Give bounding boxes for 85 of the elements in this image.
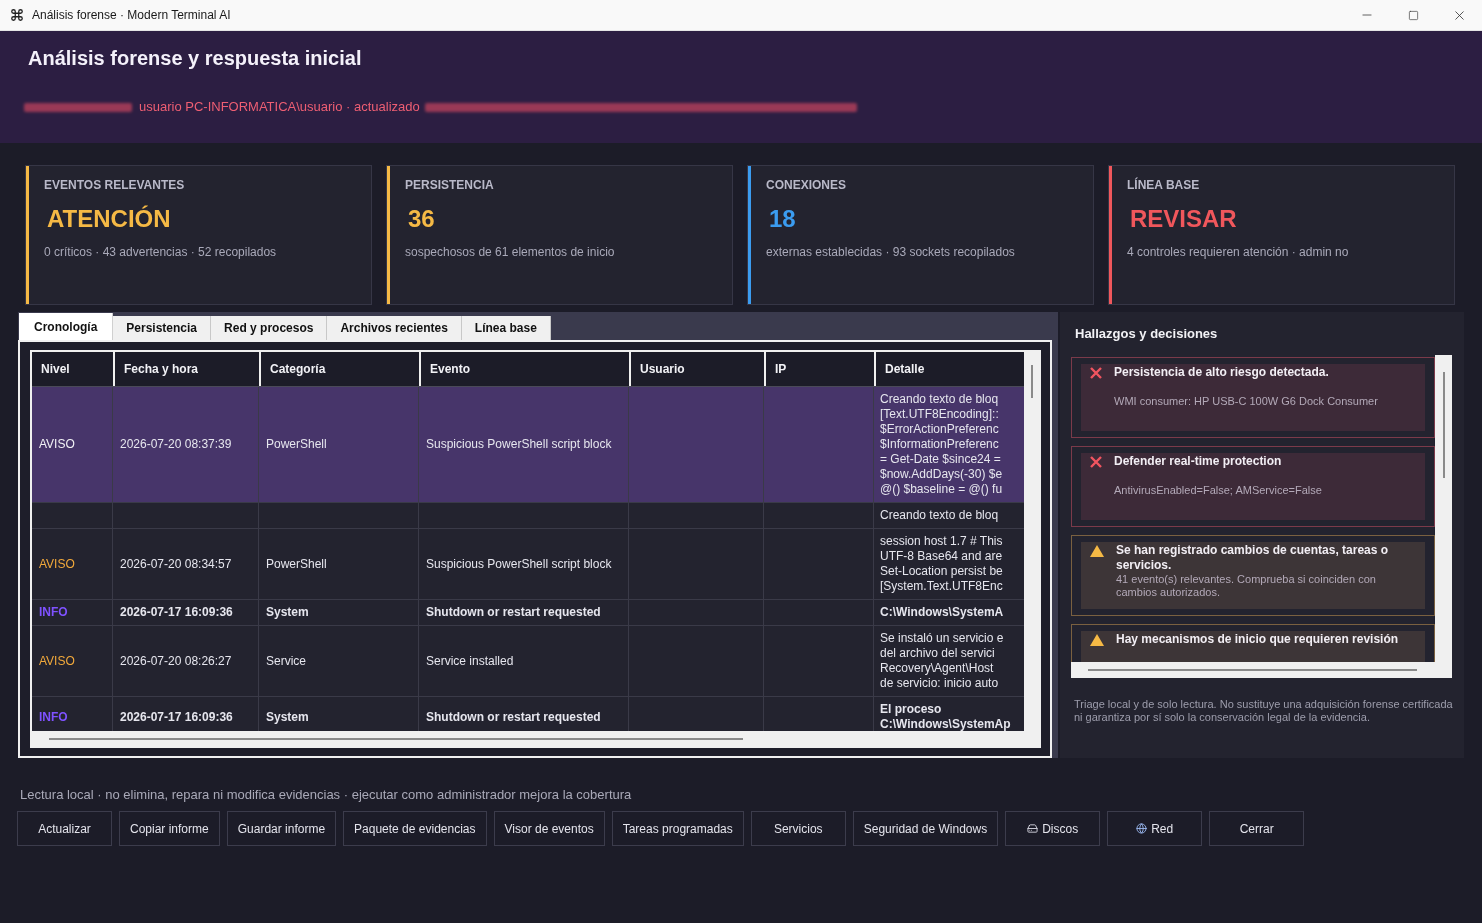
card-detail: 0 críticos · 43 advertencias · 52 recopilados (44, 244, 277, 260)
finding-card[interactable]: Se han registrado cambios de cuentas, tareas o servicios. 41 evento(s) relevantes. Comprueba si coinciden con cambios autorizados. (1071, 535, 1435, 616)
maximize-icon (1407, 9, 1419, 21)
card-label: LÍNEA BASE (1127, 177, 1200, 193)
page-title: Análisis forense y respuesta inicial (28, 46, 362, 71)
action-button[interactable]: Red (1107, 811, 1203, 846)
table-row[interactable]: Creando texto de bloq (32, 503, 1024, 529)
action-button[interactable]: Servicios (750, 811, 846, 846)
page-subtitle: usuario PC-INFORMATICA\usuario · actualizado (139, 98, 420, 116)
panel-title: Hallazgos y decisiones (1075, 325, 1218, 342)
card-label: PERSISTENCIA (405, 177, 494, 193)
table-cell: session host 1.7 # This UTF-8 Base64 and are Set-Location persist be [System.Text.UTF8Enc (880, 534, 1003, 594)
tab[interactable]: Red y procesos (211, 316, 328, 340)
finding-detail: 41 evento(s) relevantes. Comprueba si coinciden con cambios autorizados. (1116, 573, 1377, 599)
level-label: AVISO (39, 556, 75, 572)
tab[interactable]: Persistencia (113, 316, 212, 340)
table-cell: System (266, 605, 309, 620)
table-cell: Service (266, 653, 306, 669)
table-cell: Suspicious PowerShell script block (426, 437, 612, 452)
finding-title: Se han registrado cambios de cuentas, tareas o servicios. (1116, 543, 1390, 573)
card-detail: externas establecidas · 93 sockets recopilados (766, 244, 1015, 260)
tab[interactable]: Archivos recientes (327, 316, 462, 340)
action-button[interactable]: Cerrar (1209, 811, 1305, 846)
tab[interactable]: Línea base (461, 316, 551, 340)
level-label: AVISO (39, 437, 75, 452)
warning-triangle-icon (1090, 545, 1104, 557)
table-cell: PowerShell (266, 437, 327, 452)
table-cell: 2026-07-17 16:09:36 (120, 709, 233, 725)
level-label: INFO (39, 605, 68, 620)
table-cell: Se instaló un servicio e del archivo del servici Recovery\Agent\Host de servicio: inicio auto (880, 631, 1004, 691)
window-title: Análisis forense · Modern Terminal AI (32, 7, 231, 24)
table-cell: Shutdown or restart requested (426, 709, 601, 725)
hard-drive-icon (1027, 823, 1039, 834)
finding-detail: AntivirusEnabled=False; AMService=False (1114, 484, 1322, 497)
finding-detail: WMI consumer: HP USB-C 100W G6 Dock Consumer (1114, 395, 1378, 408)
table-cell: Service installed (426, 653, 514, 669)
table-cell: C:\Windows\SystemA (880, 605, 1004, 620)
column-header[interactable]: Nivel (32, 352, 113, 386)
table-cell: Suspicious PowerShell script block (426, 556, 612, 572)
card-label: EVENTOS RELEVANTES (44, 177, 185, 193)
finding-title: Defender real-time protection (1114, 454, 1283, 469)
card-label: CONEXIONES (766, 177, 846, 193)
table-cell: 2026-07-17 16:09:36 (120, 605, 233, 620)
level-label: AVISO (39, 653, 75, 669)
action-button[interactable]: Tareas programadas (611, 811, 744, 846)
table-cell: PowerShell (266, 556, 327, 572)
error-x-icon (1090, 456, 1102, 468)
action-button[interactable]: Discos (1005, 811, 1101, 846)
app-icon (10, 8, 24, 22)
disclaimer-note: Triage local y de solo lectura. No sustituye una adquisición forense certificada ni garantiza por sí solo la conservación legal de la evidencia. (1074, 698, 1454, 724)
table-row[interactable]: AVISO 2026-07-20 08:26:27 Service Service installed Se instaló un servicio e del archivo del servici Recovery\Agent\Host de servicio: inicio auto (32, 626, 1024, 697)
warning-triangle-icon (1090, 634, 1104, 646)
table-cell: El proceso C:\Windows\SystemAp (880, 702, 1011, 731)
finding-card[interactable]: Persistencia de alto riesgo detectada. WMI consumer: HP USB-C 100W G6 Dock Consumer (1071, 357, 1435, 438)
table-cell: 2026-07-20 08:34:57 (120, 556, 232, 572)
card-value: 36 (408, 204, 435, 234)
table-cell: System (266, 709, 309, 725)
action-button[interactable]: Guardar informe (226, 811, 337, 846)
finding-title: Persistencia de alto riesgo detectada. (1114, 365, 1330, 380)
finding-title: Hay mecanismos de inicio que requieren revisión (1116, 632, 1399, 647)
table-row[interactable]: AVISO 2026-07-20 08:34:57 PowerShell Suspicious PowerShell script block session host 1.7 # This UTF-8 Base64 and are Set-Location persist be [System.Text.UTF8Enc (32, 529, 1024, 600)
action-button[interactable]: Seguridad de Windows (852, 811, 999, 846)
table-cell: Shutdown or restart requested (426, 605, 601, 620)
card-detail: 4 controles requieren atención · admin no (1127, 244, 1349, 260)
table-row[interactable] (32, 387, 1024, 503)
table-cell: 2026-07-20 08:37:39 (120, 437, 232, 452)
table-cell: Creando texto de bloq [Text.UTF8Encoding]:: $ErrorActionPreferenc $InformationPreferenc = Get-Date $since24 = $now.AddDays(-30) $e @() $baseline = @() fu (880, 392, 1003, 497)
action-button[interactable]: Actualizar (17, 811, 112, 846)
action-button[interactable]: Copiar informe (119, 811, 220, 846)
finding-card[interactable]: Hay mecanismos de inicio que requieren revisión (1071, 624, 1435, 662)
finding-card[interactable]: Defender real-time protection AntivirusEnabled=False; AMService=False (1071, 446, 1435, 527)
table-cell: Creando texto de bloq (880, 508, 999, 523)
card-detail: sospechosos de 61 elementos de inicio (405, 244, 615, 260)
level-label: INFO (39, 709, 68, 725)
action-button[interactable]: Visor de eventos (493, 811, 605, 846)
error-x-icon (1090, 367, 1102, 379)
card-value: REVISAR (1130, 204, 1237, 234)
card-value: ATENCIÓN (47, 204, 171, 234)
action-button[interactable]: Paquete de evidencias (343, 811, 487, 846)
tab[interactable]: Cronología (19, 313, 114, 340)
globe-icon (1136, 823, 1148, 834)
table-cell: 2026-07-20 08:26:27 (120, 653, 232, 669)
status-text: Lectura local · no elimina, repara ni modifica evidencias · ejecutar como administrador mejora la cobertura (20, 786, 632, 803)
table-row[interactable]: INFO 2026-07-17 16:09:36 System Shutdown or restart requested C:\Windows\SystemA (32, 600, 1024, 626)
card-value: 18 (769, 204, 796, 234)
